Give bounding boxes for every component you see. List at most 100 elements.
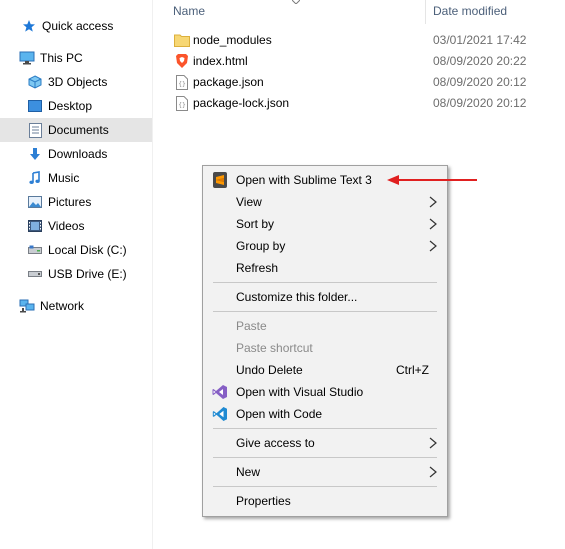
sublime-text-icon [211,171,229,189]
menu-item-undo-delete[interactable]: Undo Delete Ctrl+Z [203,359,447,381]
menu-item-customize-folder[interactable]: Customize this folder... [203,286,447,308]
sidebar-item-label: Quick access [42,19,114,33]
menu-item-label: Group by [236,239,286,253]
menu-item-refresh[interactable]: Refresh [203,257,447,279]
menu-item-paste: Paste [203,315,447,337]
menu-item-open-visual-studio[interactable]: Open with Visual Studio [203,381,447,403]
file-row[interactable]: node_modules 03/01/2021 17:42 [170,30,565,50]
brave-html-icon [174,53,190,69]
column-header-name[interactable]: Name [173,0,205,22]
file-row[interactable]: {} package.json 08/09/2020 20:12 [170,72,565,92]
file-date: 08/09/2020 20:22 [433,54,527,68]
file-name: package-lock.json [193,96,290,110]
column-header-label: Date modified [433,4,508,18]
column-divider[interactable] [425,0,426,24]
sidebar-item-label: Music [48,171,80,185]
network-icon [19,298,35,314]
download-icon [27,146,43,162]
menu-item-label: Open with Sublime Text 3 [236,173,372,187]
picture-icon [27,194,43,210]
menu-separator [213,311,437,312]
svg-text:{}: {} [178,81,186,88]
svg-text:{}: {} [178,102,186,109]
sidebar-item-label: 3D Objects [48,75,108,89]
file-date: 08/09/2020 20:12 [433,75,527,89]
menu-item-label: Give access to [236,436,315,450]
menu-item-label: New [236,465,261,479]
menu-item-label: Sort by [236,217,275,231]
vscode-icon [211,405,229,423]
chevron-right-icon [429,437,437,449]
sidebar-item-label: Downloads [48,147,108,161]
sidebar-item-documents[interactable]: Documents [0,118,152,142]
sidebar-item-quick-access[interactable]: Quick access [0,14,152,38]
file-name: index.html [193,54,248,68]
menu-item-label: Open with Code [236,407,323,421]
file-name: node_modules [193,33,272,47]
sidebar-item-label: Desktop [48,99,93,113]
annotation-arrow-icon [387,175,477,185]
column-header-label: Name [173,4,206,18]
menu-separator [213,428,437,429]
json-file-icon: {} [174,95,190,111]
sidebar-item-usb-drive[interactable]: USB Drive (E:) [0,262,152,286]
sidebar-item-videos[interactable]: Videos [0,214,152,238]
sidebar-item-downloads[interactable]: Downloads [0,142,152,166]
menu-item-paste-shortcut: Paste shortcut [203,337,447,359]
star-icon [21,18,37,34]
file-date: 08/09/2020 20:12 [433,96,527,110]
menu-separator [213,282,437,283]
sidebar-item-desktop[interactable]: Desktop [0,94,152,118]
video-icon [27,218,43,234]
json-file-icon: {} [174,74,190,90]
sort-chevron-icon [292,0,300,4]
sidebar-item-label: Pictures [48,195,92,209]
desktop-icon [27,98,43,114]
chevron-right-icon [429,466,437,478]
cube-icon [27,74,43,90]
sidebar-item-label: Videos [48,219,85,233]
sidebar-item-this-pc[interactable]: This PC [0,46,152,70]
file-name: package.json [193,75,264,89]
file-row[interactable]: index.html 08/09/2020 20:22 [170,51,565,71]
document-icon [27,122,43,138]
menu-item-sort-by[interactable]: Sort by [203,213,447,235]
sidebar-item-network[interactable]: Network [0,294,152,318]
menu-item-label: Undo Delete [236,363,303,377]
music-icon [27,170,43,186]
menu-item-view[interactable]: View [203,191,447,213]
sidebar-item-pictures[interactable]: Pictures [0,190,152,214]
menu-item-new[interactable]: New [203,461,447,483]
menu-item-label: Paste [236,319,267,333]
sidebar-item-label: USB Drive (E:) [48,267,127,281]
sidebar-item-music[interactable]: Music [0,166,152,190]
menu-item-shortcut: Ctrl+Z [396,363,429,377]
disk-icon [27,242,43,258]
usb-icon [27,266,43,282]
file-row[interactable]: {} package-lock.json 08/09/2020 20:12 [170,93,565,113]
sidebar-item-3d-objects[interactable]: 3D Objects [0,70,152,94]
column-header-date[interactable]: Date modified [433,0,507,22]
menu-item-label: Customize this folder... [236,290,358,304]
menu-item-open-code[interactable]: Open with Code [203,403,447,425]
menu-item-label: View [236,195,262,209]
visual-studio-icon [211,383,229,401]
file-explorer-window: Quick access This PC 3D Objects Desktop [0,0,565,549]
monitor-icon [19,50,35,66]
file-date: 03/01/2021 17:42 [433,33,527,47]
menu-item-group-by[interactable]: Group by [203,235,447,257]
menu-item-label: Refresh [236,261,279,275]
menu-item-label: Paste shortcut [236,341,313,355]
menu-item-label: Open with Visual Studio [236,385,364,399]
menu-separator [213,486,437,487]
chevron-right-icon [429,240,437,252]
menu-item-properties[interactable]: Properties [203,490,447,512]
menu-item-label: Properties [236,494,291,508]
sidebar-item-label: This PC [40,51,83,65]
chevron-right-icon [429,196,437,208]
navigation-pane: Quick access This PC 3D Objects Desktop [0,0,153,549]
sidebar-item-local-disk[interactable]: Local Disk (C:) [0,238,152,262]
chevron-right-icon [429,218,437,230]
menu-item-give-access[interactable]: Give access to [203,432,447,454]
folder-icon [174,32,190,48]
